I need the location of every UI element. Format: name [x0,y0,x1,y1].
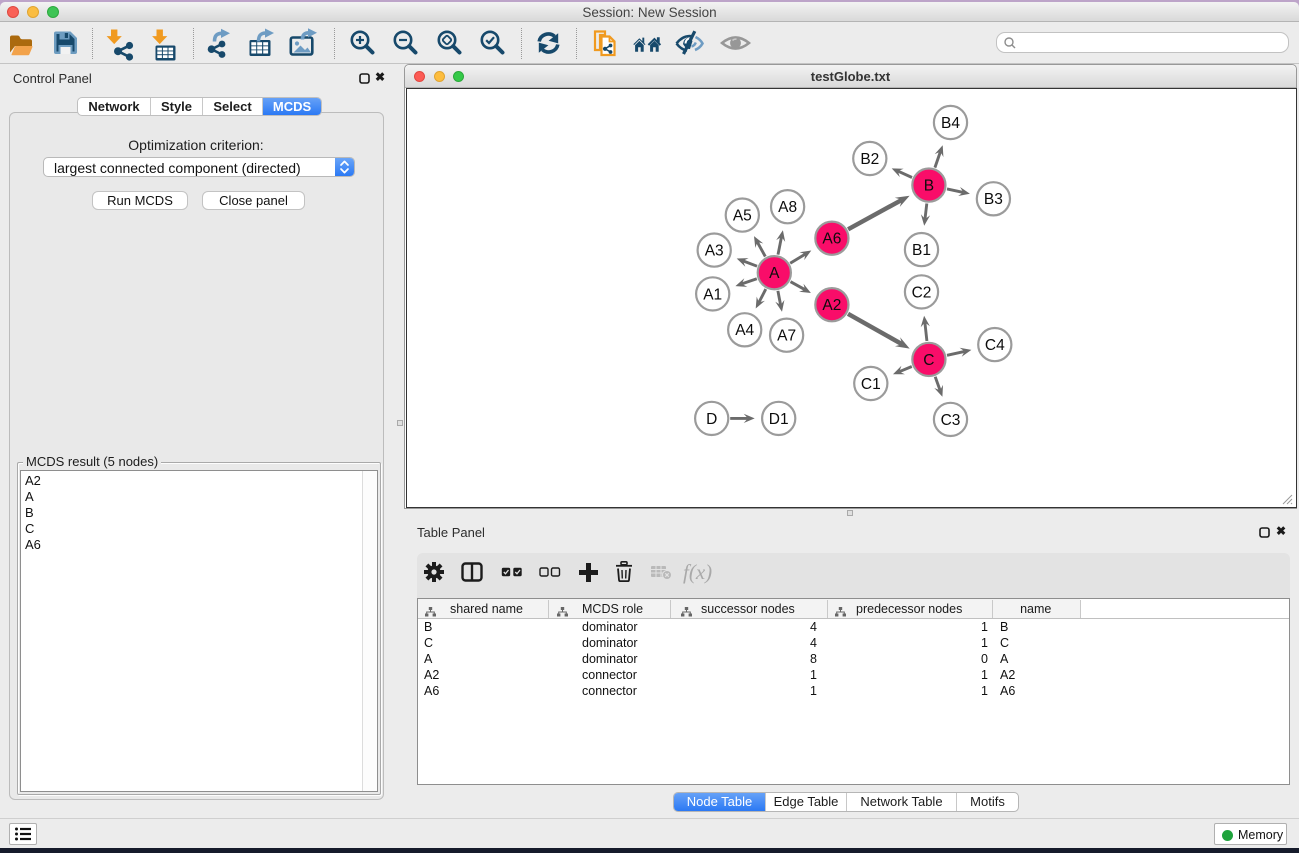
svg-text:A4: A4 [735,322,754,339]
svg-text:A8: A8 [778,199,797,216]
svg-text:A2: A2 [822,297,841,314]
svg-text:D1: D1 [769,411,789,428]
svg-text:D: D [706,411,717,428]
svg-text:A6: A6 [822,231,841,248]
svg-text:C: C [923,352,934,369]
svg-text:C3: C3 [941,412,961,429]
svg-text:A5: A5 [733,208,752,225]
svg-text:B: B [924,178,934,195]
svg-text:A3: A3 [705,243,724,260]
svg-text:C2: C2 [912,284,932,301]
svg-text:A1: A1 [703,286,722,303]
svg-text:A: A [769,265,780,282]
svg-text:B2: B2 [860,151,879,168]
svg-text:B4: B4 [941,115,960,132]
svg-text:C1: C1 [861,376,881,393]
svg-text:B3: B3 [984,191,1003,208]
svg-text:A7: A7 [777,328,796,345]
svg-text:B1: B1 [912,242,931,259]
svg-text:C4: C4 [985,337,1005,354]
